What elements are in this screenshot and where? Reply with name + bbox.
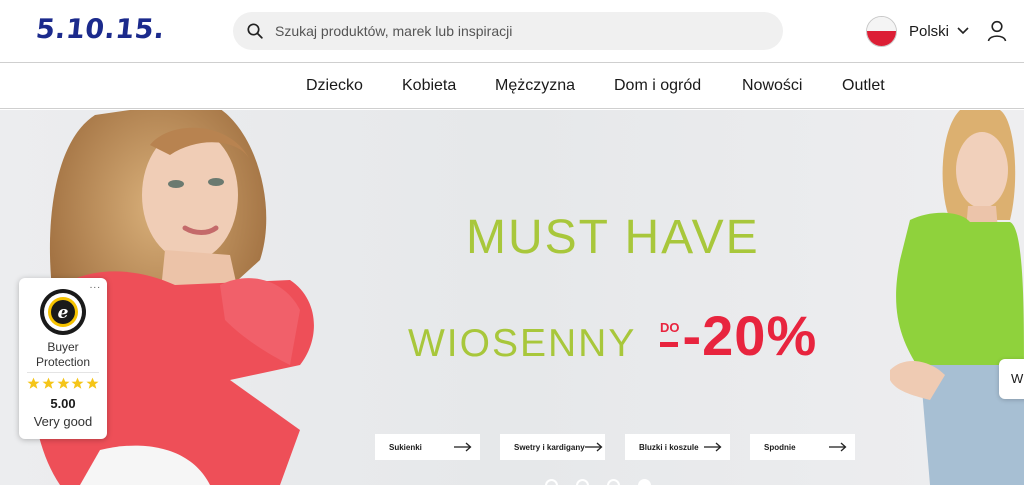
badge-divider: [27, 372, 99, 373]
carousel-dot[interactable]: [545, 479, 558, 485]
nav-item-mezczyzna[interactable]: Mężczyzna: [495, 77, 575, 95]
badge-rating-text: Very good: [33, 414, 93, 429]
chevron-down-icon: [957, 25, 969, 37]
main-navigation: Dziecko Kobieta Mężczyzna Dom i ogród No…: [0, 64, 1024, 109]
category-button-spodnie[interactable]: Spodnie: [750, 434, 855, 460]
svg-text:e: e: [58, 303, 69, 323]
arrow-right-icon: [704, 442, 722, 452]
badge-rating-value: 5.00: [50, 396, 76, 411]
category-button-bluzki[interactable]: Bluzki i koszule: [625, 434, 730, 460]
badge-buyer-label: Buyer: [47, 340, 79, 354]
category-label: Bluzki i koszule: [639, 442, 699, 452]
search-icon[interactable]: [247, 22, 265, 40]
arrow-right-icon: [829, 442, 847, 452]
star-icon: [71, 377, 84, 389]
language-label: Polski: [909, 22, 950, 40]
hero-subheadline: WIOSENNY: [408, 322, 637, 365]
nav-item-kobieta[interactable]: Kobieta: [402, 77, 456, 95]
badge-menu-icon[interactable]: ...: [90, 280, 101, 291]
carousel-dots: [545, 479, 651, 485]
star-icon: [56, 377, 70, 389]
nav-item-dziecko[interactable]: Dziecko: [306, 77, 363, 95]
arrow-right-icon: [454, 442, 472, 452]
star-icon: [27, 377, 40, 389]
site-header: 5.10.15. Polski: [0, 0, 1024, 63]
nav-item-dom-i-ogrod[interactable]: Dom i ogród: [614, 77, 701, 95]
nav-item-nowosci[interactable]: Nowości: [742, 77, 802, 95]
carousel-dot[interactable]: [607, 479, 620, 485]
rating-stars: [27, 377, 99, 391]
category-button-sukienki[interactable]: Sukienki: [375, 434, 480, 460]
poland-flag-icon: [866, 15, 897, 47]
carousel-dot-active[interactable]: [638, 479, 651, 485]
star-icon: [42, 377, 55, 389]
hero-model-right-image: [890, 110, 1024, 485]
trusted-shops-seal-icon: e: [40, 289, 86, 335]
category-label: Sukienki: [389, 442, 422, 452]
star-icon: [86, 377, 99, 389]
promo-value: -20%: [682, 304, 818, 367]
category-label: Swetry i kardigany: [514, 442, 585, 452]
site-logo[interactable]: 5.10.15.: [34, 14, 166, 45]
language-selector[interactable]: Polski: [866, 15, 969, 47]
search-input[interactable]: [275, 23, 755, 39]
search-bar[interactable]: [233, 12, 783, 50]
nav-item-outlet[interactable]: Outlet: [842, 77, 885, 95]
badge-protection-label: Protection: [35, 355, 91, 369]
carousel-dot[interactable]: [576, 479, 589, 485]
user-icon[interactable]: [987, 20, 1007, 42]
category-button-swetry[interactable]: Swetry i kardigany: [500, 434, 605, 460]
hero-headline: MUST HAVE: [466, 211, 760, 264]
side-widget-tab[interactable]: W: [999, 359, 1024, 399]
trusted-shops-badge[interactable]: ... e Buyer Protection 5.00 Very good: [19, 278, 107, 439]
category-label: Spodnie: [764, 442, 796, 452]
hero-promo: DO -20%: [660, 308, 817, 364]
hero-banner[interactable]: MUST HAVE WIOSENNY DO -20% Sukienki Swet…: [0, 110, 1024, 485]
promo-prefix: DO: [660, 320, 680, 347]
arrow-right-icon: [584, 442, 603, 452]
